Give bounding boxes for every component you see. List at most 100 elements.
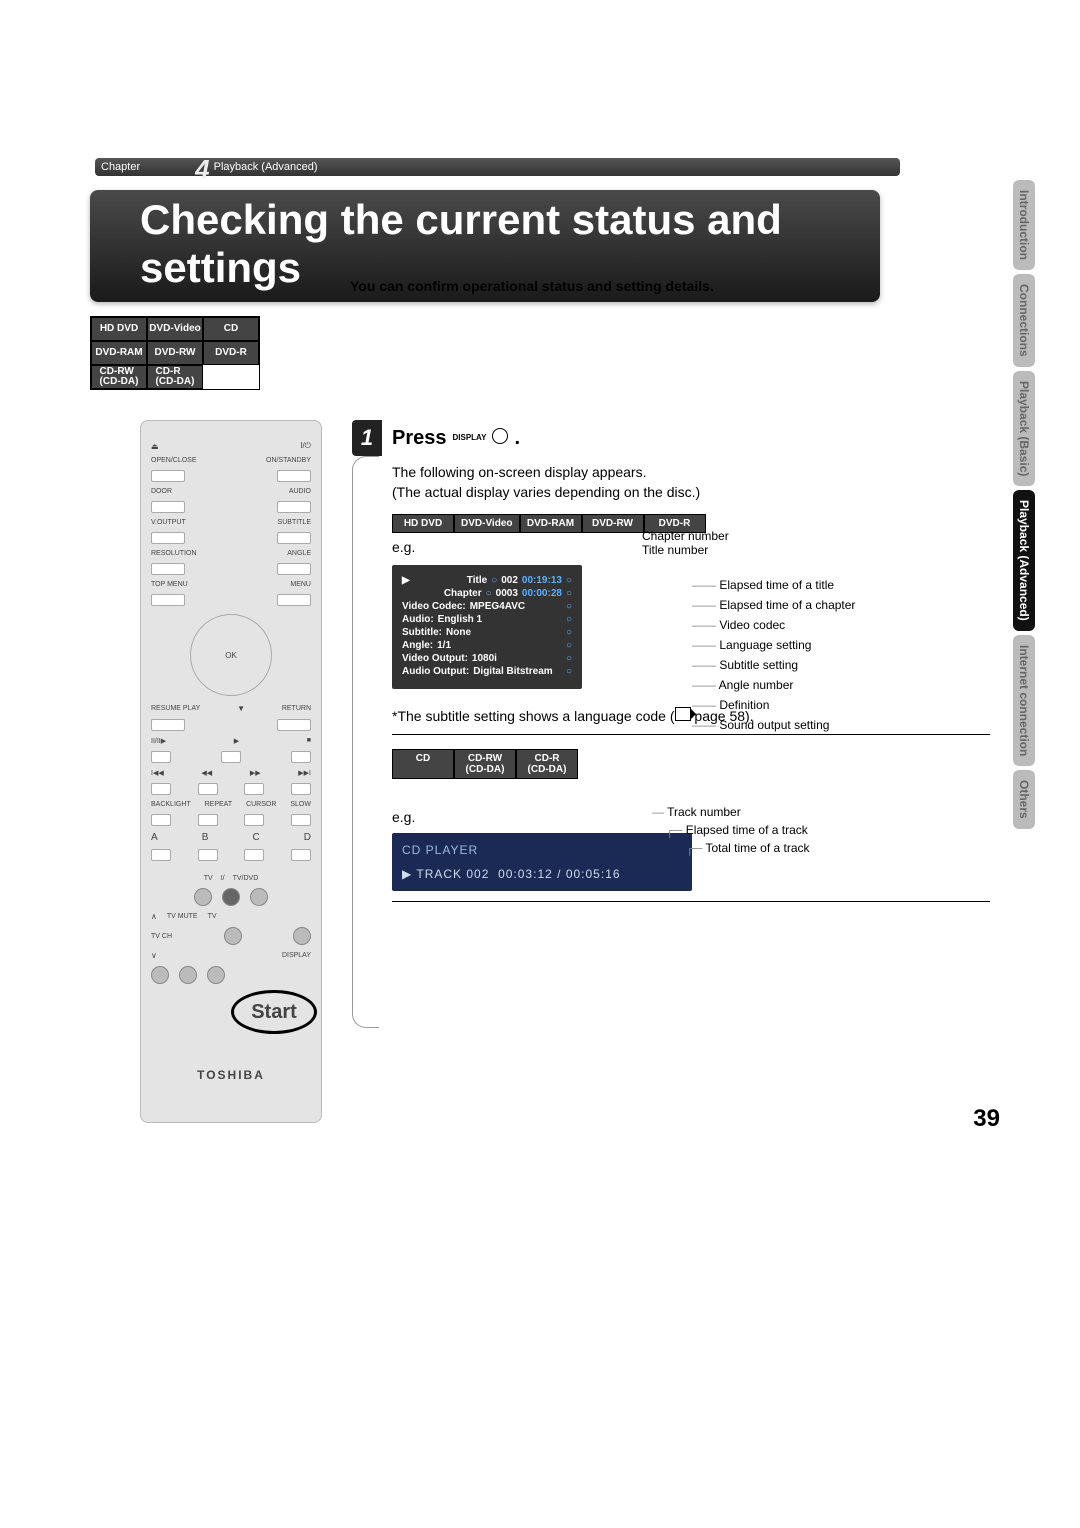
- press-label: Press: [392, 427, 447, 450]
- remote-button: [277, 594, 311, 606]
- osd-row-key: Audio Output:: [402, 666, 469, 677]
- play-icon: [402, 867, 412, 881]
- callout-label: Sound output setting: [719, 718, 829, 732]
- chapter-bar: Chapter 4 Playback (Advanced): [95, 158, 900, 176]
- remote-button: [293, 927, 311, 945]
- remote-label: SUBTITLE: [278, 519, 311, 526]
- remote-label: RESUME PLAY: [151, 705, 200, 712]
- osd-cd-panel: CD PLAYER TRACK 002 00:03:12 / 00:05:16: [392, 833, 692, 891]
- osd-row-key: Subtitle:: [402, 627, 442, 638]
- chapter-section: Playback (Advanced): [214, 161, 318, 173]
- remote-label: AUDIO: [289, 488, 311, 495]
- play-icon: [402, 575, 410, 586]
- divider: [392, 734, 990, 735]
- callout-label: Track number: [667, 805, 741, 819]
- osd-row-key: Video Codec:: [402, 601, 466, 612]
- track-label: TRACK: [416, 867, 462, 881]
- disc-cell: DVD-RAM: [91, 341, 147, 365]
- track-total: 00:05:16: [566, 867, 621, 881]
- osd-chapter-time: 00:00:28: [522, 588, 562, 599]
- remote-button: [151, 966, 169, 984]
- remote-label: ANGLE: [287, 550, 311, 557]
- remote-button: [277, 470, 311, 482]
- label-chapter-number: Chapter number: [642, 529, 729, 543]
- ok-dpad: OK: [190, 614, 272, 696]
- chapter-label: Chapter: [101, 161, 140, 173]
- disc-cell: DVD-Video: [147, 317, 203, 341]
- power-icon: I/⏻: [300, 441, 311, 451]
- callout-label: Elapsed time of a chapter: [719, 598, 855, 612]
- remote-button: [198, 783, 218, 795]
- remote-button: [151, 814, 171, 826]
- a-label: A: [151, 832, 158, 843]
- remote-label: REPEAT: [205, 801, 233, 808]
- remote-button: [194, 888, 212, 906]
- remote-label: TV MUTE: [167, 913, 198, 920]
- remote-label: TV CH: [151, 933, 172, 940]
- remote-label: BACKLIGHT: [151, 801, 191, 808]
- c-label: C: [252, 832, 259, 843]
- disc-cell: HD DVD: [91, 317, 147, 341]
- remote-label: DISPLAY: [282, 952, 311, 959]
- osd-row-val: English 1: [438, 614, 482, 625]
- remote-button: [291, 849, 311, 861]
- fmt-cell: CD: [392, 749, 454, 779]
- step-line2: (The actual display varies depending on …: [392, 484, 1030, 500]
- callout-label: Elapsed time of a title: [719, 578, 834, 592]
- page-ref-icon: [675, 707, 691, 721]
- page-number: 39: [973, 1105, 1000, 1133]
- remote-button: [224, 927, 242, 945]
- disc-cell: DVD-R: [203, 341, 259, 365]
- osd-row-val: 1/1: [437, 640, 451, 651]
- remote-label: TV/DVD: [233, 875, 259, 882]
- display-small-label: DISPLAY: [453, 433, 487, 442]
- eject-icon: ⏏: [151, 442, 159, 451]
- b-label: B: [202, 832, 209, 843]
- remote-illustration: ⏏I/⏻ OPEN/CLOSEON/STANDBY DOORAUDIO V.OU…: [140, 420, 322, 1123]
- tab-connections: Connections: [1013, 274, 1035, 367]
- remote-button: [291, 783, 311, 795]
- remote-button: [277, 719, 311, 731]
- remote-button: [151, 594, 185, 606]
- remote-label: OPEN/CLOSE: [151, 457, 197, 464]
- callout-label: Total time of a track: [705, 841, 809, 855]
- fmt-cell: HD DVD: [392, 514, 454, 533]
- callout-label: Subtitle setting: [719, 658, 798, 672]
- callout-label: Angle number: [719, 678, 794, 692]
- remote-button: [244, 814, 264, 826]
- step-bracket: [352, 456, 379, 1028]
- osd-chapter-num: 0003: [496, 588, 518, 599]
- label-title-number: Title number: [642, 543, 729, 557]
- osd-title-label: Title: [467, 575, 487, 586]
- fmt-cell: DVD-Video: [454, 514, 520, 533]
- remote-label: DOOR: [151, 488, 172, 495]
- brand-label: TOSHIBA: [151, 1068, 311, 1082]
- d-label: D: [304, 832, 311, 843]
- remote-button: [151, 751, 171, 763]
- remote-button: [198, 814, 218, 826]
- remote-button: [222, 888, 240, 906]
- track-elapsed: 00:03:12: [498, 867, 553, 881]
- osd-title-num: 002: [501, 575, 518, 586]
- osd-row-key: Video Output:: [402, 653, 468, 664]
- osd-row-val: Digital Bitstream: [473, 666, 552, 677]
- remote-button: [151, 563, 185, 575]
- time-sep: /: [557, 867, 561, 881]
- callout-label: Elapsed time of a track: [686, 823, 808, 837]
- tab-introduction: Introduction: [1013, 180, 1035, 270]
- remote-label: MENU: [290, 581, 311, 588]
- track-num: 002: [466, 867, 489, 881]
- down-icon: ∨: [151, 951, 157, 960]
- period: .: [514, 427, 520, 450]
- remote-label: TV: [204, 875, 213, 882]
- cd-callouts: — Track number ┌─ Elapsed time of a trac…: [652, 803, 810, 857]
- remote-label: TV: [208, 913, 217, 920]
- step-line1: The following on-screen display appears.: [392, 464, 1030, 480]
- remote-button: [151, 532, 185, 544]
- disc-type-grid: HD DVD DVD-Video CD DVD-RAM DVD-RW DVD-R…: [90, 316, 260, 390]
- remote-label: SLOW: [290, 801, 311, 808]
- remote-button: [244, 783, 264, 795]
- remote-label: RETURN: [282, 705, 311, 712]
- disc-cell: CD-RW (CD-DA): [91, 365, 147, 389]
- pause-play-icon: II/II▶: [151, 737, 166, 745]
